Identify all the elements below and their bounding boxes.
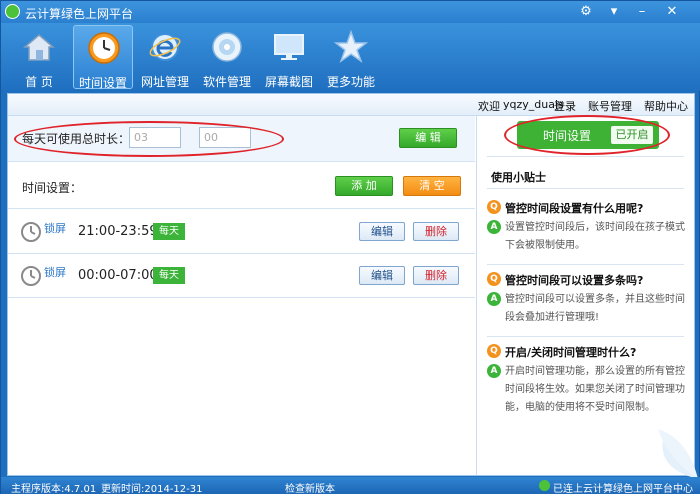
- edit-daily-button[interactable]: 编 辑: [399, 128, 457, 148]
- answer-icon: A: [487, 364, 501, 378]
- lock-clock-icon: [21, 222, 41, 242]
- nav-label: 时间设置: [78, 76, 127, 90]
- app-window: 云计算绿色上网平台 ⚙ ▾ – ✕ 首 页 时间设置 网址管理 软件管理 屏幕截…: [0, 0, 700, 494]
- main-content: 欢迎 yqzy_duajs 登录 账号管理 帮助中心 每天可使用总时长： 03 …: [7, 93, 698, 479]
- nav-home[interactable]: 首 页: [9, 25, 69, 89]
- nav-label: 屏幕截图: [264, 75, 313, 89]
- monitor-icon: [274, 34, 304, 60]
- disc-icon: [212, 32, 242, 62]
- close-icon[interactable]: ✕: [661, 3, 683, 21]
- repeat-badge: 每天: [153, 223, 185, 240]
- divider: [487, 336, 684, 337]
- browser-e-icon: [149, 33, 181, 61]
- nav-url-management[interactable]: 网址管理: [135, 25, 195, 89]
- tip-answer: 设置管控时间段后，该时间段在孩子模式下会被限制使用。: [505, 222, 685, 251]
- tip-item: Q 管控时间段可以设置多条吗? A 管控时间段可以设置多条，并且这些时间段会叠加…: [487, 272, 687, 332]
- divider: [487, 264, 684, 265]
- tips-panel: 时间设置 已开启 使用小贴士 Q 管控时间段设置有什么用呢? A 设置管控时间段…: [476, 115, 698, 479]
- delete-rule-button[interactable]: 删除: [413, 222, 459, 241]
- edit-rule-button[interactable]: 编辑: [359, 266, 405, 285]
- daily-limit-row: 每天可使用总时长： 03 00 编 辑: [8, 116, 475, 162]
- delete-rule-button[interactable]: 删除: [413, 266, 459, 285]
- gear-icon[interactable]: ⚙: [575, 3, 597, 21]
- nav-more-features[interactable]: 更多功能: [321, 25, 381, 89]
- leaf-decoration-icon: [658, 429, 698, 479]
- check-update-link[interactable]: 检查新版本: [285, 480, 335, 494]
- lock-clock-icon: [21, 266, 41, 286]
- divider: [487, 188, 684, 189]
- divider: [487, 156, 684, 157]
- question-icon: Q: [487, 200, 501, 214]
- tip-item: Q 管控时间段设置有什么用呢? A 设置管控时间段后，该时间段在孩子模式下会被限…: [487, 200, 687, 260]
- connection-status: 已连上云计算绿色上网平台中心: [553, 484, 693, 494]
- user-bar: 欢迎 yqzy_duajs 登录 账号管理 帮助中心: [8, 94, 694, 116]
- login-link[interactable]: 登录: [554, 98, 576, 114]
- house-icon: [22, 34, 56, 61]
- time-settings-panel: 每天可使用总时长： 03 00 编 辑 时间设置： 添 加 清 空 锁屏 21:…: [8, 116, 475, 475]
- tips-title: 使用小贴士: [491, 171, 546, 184]
- question-icon: Q: [487, 344, 501, 358]
- main-nav: 首 页 时间设置 网址管理 软件管理 屏幕截图 更多功能: [1, 23, 700, 91]
- nav-screenshot[interactable]: 屏幕截图: [259, 25, 319, 89]
- annotation-ellipse: [14, 121, 284, 157]
- clock-icon: [88, 32, 120, 64]
- tip-question: 开启/关闭时间管理时什么?: [505, 346, 637, 359]
- minimize-icon[interactable]: –: [631, 3, 653, 21]
- window-title: 云计算绿色上网平台: [25, 7, 134, 21]
- edit-rule-button[interactable]: 编辑: [359, 222, 405, 241]
- add-rule-button[interactable]: 添 加: [335, 176, 393, 196]
- welcome-text: 欢迎: [478, 100, 500, 113]
- tip-question: 管控时间段可以设置多条吗?: [505, 274, 644, 287]
- dropdown-menu-icon[interactable]: ▾: [603, 3, 625, 21]
- nav-label: 更多功能: [326, 75, 375, 89]
- nav-software-management[interactable]: 软件管理: [197, 25, 257, 89]
- answer-icon: A: [487, 220, 501, 234]
- nav-time-settings[interactable]: 时间设置: [73, 25, 133, 90]
- time-settings-label: 时间设置：: [22, 181, 83, 195]
- nav-label: 网址管理: [140, 75, 189, 89]
- app-logo-icon: [5, 4, 20, 19]
- star-icon: [333, 29, 369, 63]
- repeat-badge: 每天: [153, 267, 185, 284]
- nav-label: 软件管理: [202, 75, 251, 89]
- question-icon: Q: [487, 272, 501, 286]
- rule-time: 21:00-23:59: [78, 224, 158, 239]
- rule-type: 锁屏: [44, 222, 66, 235]
- nav-label: 首 页: [25, 75, 53, 89]
- help-center-link[interactable]: 帮助中心: [644, 98, 688, 114]
- title-bar: 云计算绿色上网平台 ⚙ ▾ – ✕: [1, 1, 700, 23]
- time-settings-header: 时间设置： 添 加 清 空: [8, 163, 475, 209]
- rule-time: 00:00-07:00: [78, 268, 158, 283]
- rule-type: 锁屏: [44, 266, 66, 279]
- connected-check-icon: [539, 480, 550, 491]
- program-version: 主程序版本:4.7.01: [11, 484, 97, 494]
- tip-answer: 管控时间段可以设置多条，并且这些时间段会叠加进行管理哦!: [505, 294, 685, 323]
- tip-question: 管控时间段设置有什么用呢?: [505, 202, 644, 215]
- clear-rules-button[interactable]: 清 空: [403, 176, 461, 196]
- annotation-ellipse: [504, 115, 670, 155]
- answer-icon: A: [487, 292, 501, 306]
- status-bar: 主程序版本:4.7.01 更新时间:2014-12-31 检查新版本 已连上云计…: [1, 477, 700, 494]
- account-management-link[interactable]: 账号管理: [588, 98, 632, 114]
- table-row: 锁屏 00:00-07:00 每天 编辑 删除: [8, 254, 475, 298]
- table-row: 锁屏 21:00-23:59 每天 编辑 删除: [8, 210, 475, 254]
- update-time: 更新时间:2014-12-31: [101, 484, 203, 494]
